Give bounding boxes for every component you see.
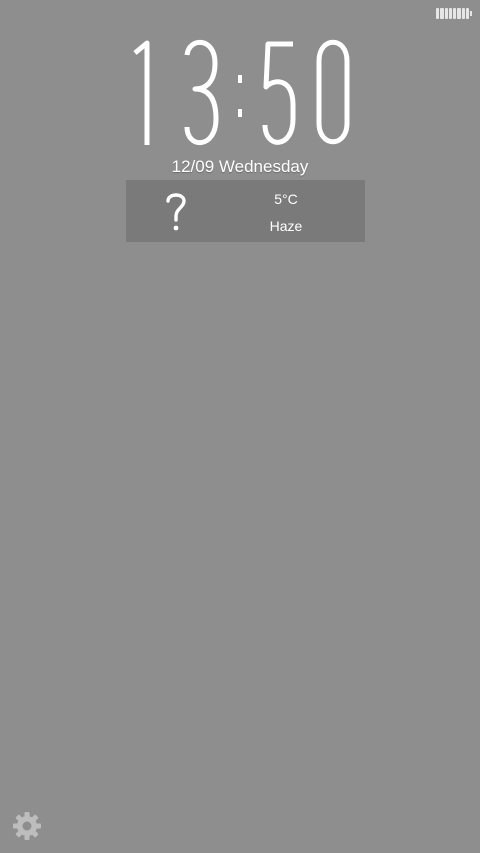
- weather-temperature: 5°C: [274, 191, 298, 207]
- clock-digit: [184, 39, 219, 146]
- weather-widget[interactable]: 5°C Haze: [126, 180, 365, 242]
- question-mark-icon: [166, 193, 186, 231]
- gear-icon: [13, 812, 41, 840]
- lockscreen-clock: [0, 30, 480, 154]
- battery-icon: [436, 8, 469, 19]
- clock-digit: [262, 41, 296, 145]
- weather-condition: Haze: [269, 218, 303, 234]
- clock-digit: [316, 39, 350, 145]
- settings-button[interactable]: [10, 809, 44, 843]
- clock-digit: [133, 40, 150, 145]
- lockscreen-date: 12/09 Wednesday: [171, 157, 309, 176]
- battery-tip: [470, 11, 472, 16]
- status-bar: [0, 0, 480, 28]
- clock-colon-dot: [238, 75, 242, 83]
- clock-colon-dot: [238, 109, 242, 117]
- clock-digits: [133, 39, 350, 146]
